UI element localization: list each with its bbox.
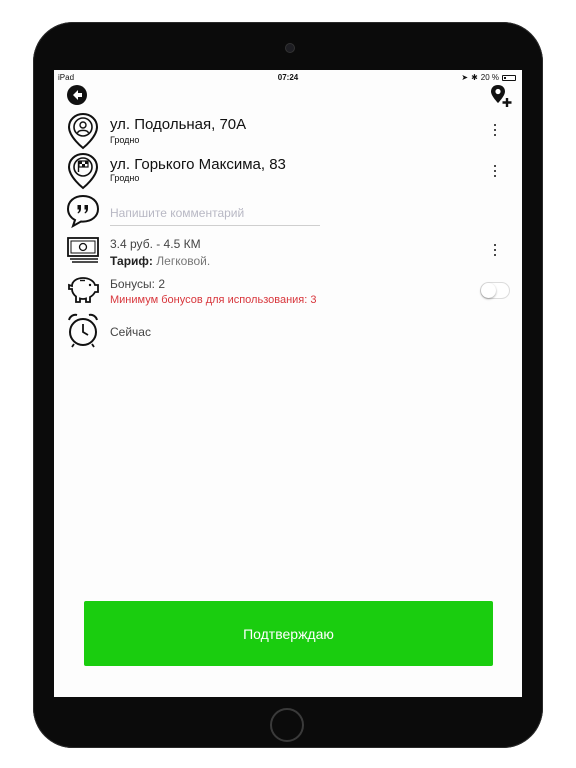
confirm-order-button[interactable]: Подтверждаю <box>84 601 493 666</box>
battery-icon <box>502 74 516 81</box>
pickup-address[interactable]: ул. Подольная, 70А <box>110 116 246 133</box>
money-bills-icon <box>67 237 99 263</box>
clock: 07:24 <box>277 73 299 82</box>
back-button[interactable] <box>67 85 87 105</box>
pickup-more-button[interactable] <box>491 123 499 137</box>
app-screen: iPad 07:24 ➤ ✱ 20 % ул. Подольная, 70А Г… <box>54 70 522 697</box>
pickup-city: Гродно <box>110 135 140 145</box>
piggy-bank-icon <box>68 277 99 303</box>
toggle-knob <box>481 283 496 298</box>
battery-percent: 20 % <box>480 73 499 82</box>
status-right: ➤ ✱ 20 % <box>461 73 516 82</box>
use-bonus-toggle[interactable] <box>480 282 510 299</box>
location-arrow-icon: ➤ <box>461 73 469 82</box>
fare-price: 3.4 руб. - 4.5 КМ <box>110 237 201 251</box>
destination-city: Гродно <box>110 173 140 183</box>
bonus-minimum-warning: Минимум бонусов для использования: 3 <box>110 294 317 306</box>
bonus-count: Бонусы: 2 <box>110 277 166 291</box>
bluetooth-icon: ✱ <box>471 73 478 82</box>
destination-more-button[interactable] <box>491 164 499 178</box>
arrow-left-icon <box>73 90 82 100</box>
home-button[interactable] <box>270 708 304 742</box>
tariff-value: Легковой. <box>156 254 211 268</box>
pickup-time[interactable]: Сейчас <box>110 325 151 339</box>
destination-flag-pin-icon <box>67 152 99 190</box>
comment-input[interactable] <box>110 201 320 226</box>
tariff-more-button[interactable] <box>491 243 499 257</box>
alarm-clock-icon <box>68 313 98 348</box>
status-bar: iPad 07:24 ➤ ✱ 20 % <box>54 70 522 84</box>
pickup-pin-icon <box>67 112 99 150</box>
fare-tariff[interactable]: Тариф: Легковой. <box>110 254 210 268</box>
add-location-button[interactable] <box>489 84 513 108</box>
tariff-label: Тариф: <box>110 254 153 268</box>
comment-quote-icon <box>66 194 100 229</box>
front-camera <box>285 43 295 53</box>
destination-address[interactable]: ул. Горького Максима, 83 <box>110 156 286 173</box>
